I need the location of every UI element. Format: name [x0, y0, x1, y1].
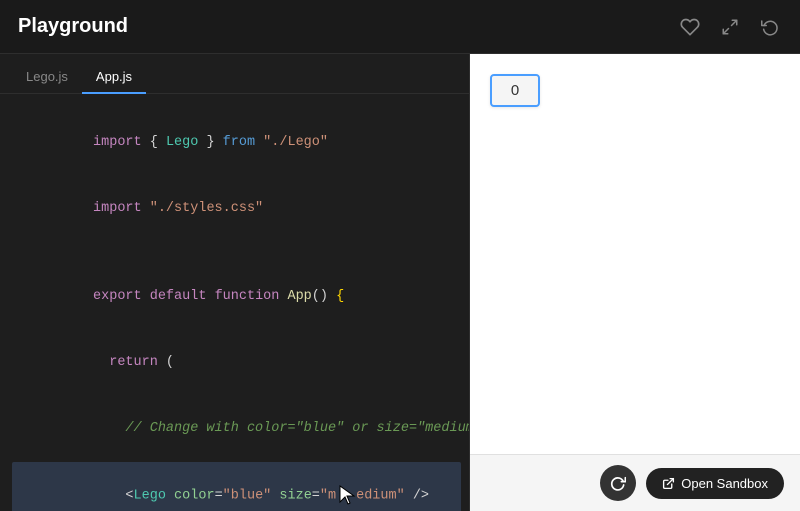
reset-icon[interactable] [758, 15, 782, 39]
tab-bar: Lego.js App.js [0, 54, 469, 94]
preview-content: 0 [470, 54, 800, 454]
open-sandbox-icon [662, 477, 675, 490]
code-line-2: import "./styles.css" [12, 176, 461, 242]
page-title: Playground [18, 15, 128, 38]
header: Playground [0, 0, 800, 54]
tab-app-js[interactable]: App.js [82, 61, 146, 94]
code-line-1: import { Lego } from "./Lego" [12, 110, 461, 176]
code-line-5: return ( [12, 330, 461, 396]
tab-lego-js[interactable]: Lego.js [12, 61, 82, 94]
customize-icon[interactable] [678, 15, 702, 39]
refresh-button[interactable] [600, 465, 636, 501]
header-actions [678, 15, 782, 39]
code-line-4: export default function App() { [12, 264, 461, 330]
code-line-7: <Lego color="blue" size="medium" /> [12, 462, 461, 511]
preview-panel: 0 Open Sandbox [470, 54, 800, 511]
open-sandbox-button[interactable]: Open Sandbox [646, 468, 784, 499]
expand-icon[interactable] [718, 15, 742, 39]
editor-panel: Lego.js App.js import { Lego } from "./L… [0, 54, 470, 511]
lego-button[interactable]: 0 [490, 74, 540, 107]
open-sandbox-label: Open Sandbox [681, 476, 768, 491]
main-content: Lego.js App.js import { Lego } from "./L… [0, 54, 800, 511]
code-line-3 [12, 242, 461, 264]
code-editor[interactable]: import { Lego } from "./Lego" import "./… [0, 94, 469, 511]
code-line-6: // Change with color="blue" or size="med… [12, 396, 461, 462]
preview-footer: Open Sandbox [470, 454, 800, 511]
